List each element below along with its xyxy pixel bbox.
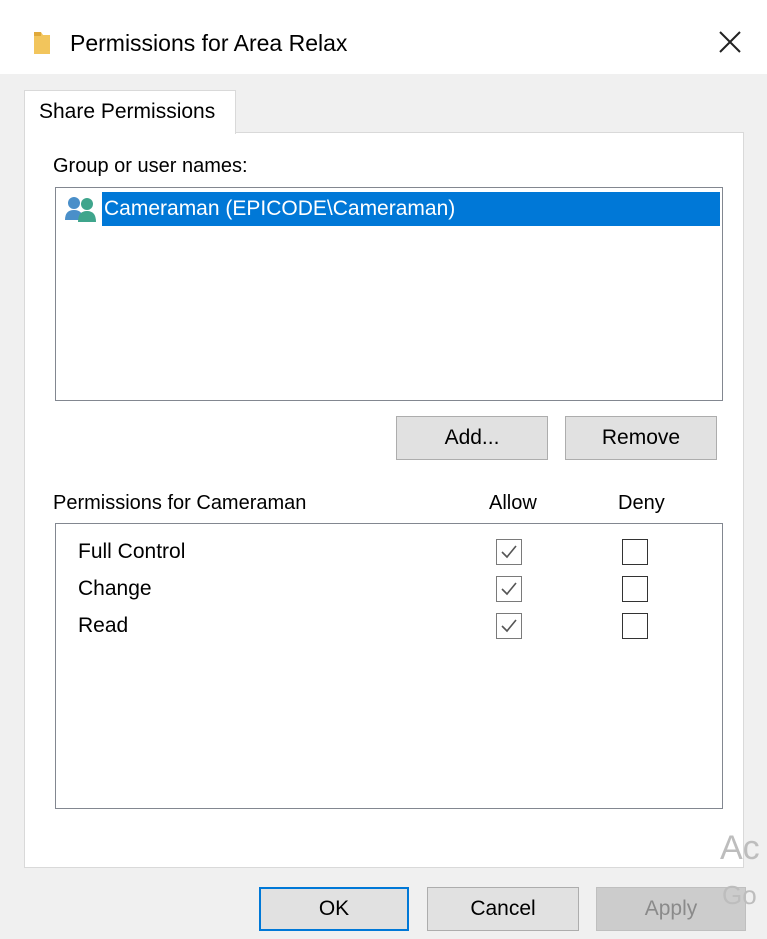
allow-read-checkbox[interactable] bbox=[496, 613, 522, 639]
close-button[interactable] bbox=[710, 24, 750, 60]
deny-change-checkbox[interactable] bbox=[622, 576, 648, 602]
ok-button[interactable]: OK bbox=[259, 887, 409, 931]
allow-column-header: Allow bbox=[489, 492, 537, 514]
permission-name: Read bbox=[78, 614, 129, 637]
users-icon bbox=[65, 197, 96, 222]
checkmark-icon bbox=[501, 619, 517, 633]
deny-full-control-checkbox[interactable] bbox=[622, 539, 648, 565]
permission-name: Change bbox=[78, 577, 152, 600]
deny-column-header: Deny bbox=[618, 492, 665, 514]
folder-icon bbox=[34, 32, 50, 54]
remove-button[interactable]: Remove bbox=[565, 416, 717, 460]
group-names-label: Group or user names: bbox=[53, 155, 248, 177]
permissions-list: Full Control Change Read bbox=[55, 523, 723, 809]
list-item[interactable]: Cameraman (EPICODE\Cameraman) bbox=[64, 192, 720, 226]
permissions-dialog: Permissions for Area Relax Share Permiss… bbox=[0, 0, 767, 939]
allow-full-control-checkbox[interactable] bbox=[496, 539, 522, 565]
share-permissions-panel: Group or user names: Cameraman (EPICODE\… bbox=[24, 132, 744, 868]
activation-watermark-line2: Go bbox=[722, 880, 757, 910]
allow-change-checkbox[interactable] bbox=[496, 576, 522, 602]
checkmark-icon bbox=[501, 545, 517, 559]
list-item-label: Cameraman (EPICODE\Cameraman) bbox=[102, 192, 720, 226]
checkmark-icon bbox=[501, 582, 517, 596]
permission-name: Full Control bbox=[78, 540, 186, 563]
permissions-label: Permissions for Cameraman bbox=[53, 492, 307, 514]
group-user-list[interactable]: Cameraman (EPICODE\Cameraman) bbox=[55, 187, 723, 401]
cancel-button[interactable]: Cancel bbox=[427, 887, 579, 931]
dialog-title: Permissions for Area Relax bbox=[70, 30, 348, 56]
tab-share-permissions[interactable]: Share Permissions bbox=[24, 90, 236, 134]
activation-watermark-line1: Ac bbox=[720, 829, 760, 867]
permission-row-change: Change bbox=[56, 571, 722, 607]
deny-read-checkbox[interactable] bbox=[622, 613, 648, 639]
permission-row-read: Read bbox=[56, 608, 722, 644]
title-bar: Permissions for Area Relax bbox=[0, 0, 767, 74]
close-icon bbox=[719, 31, 741, 53]
add-button[interactable]: Add... bbox=[396, 416, 548, 460]
permission-row-full-control: Full Control bbox=[56, 534, 722, 570]
